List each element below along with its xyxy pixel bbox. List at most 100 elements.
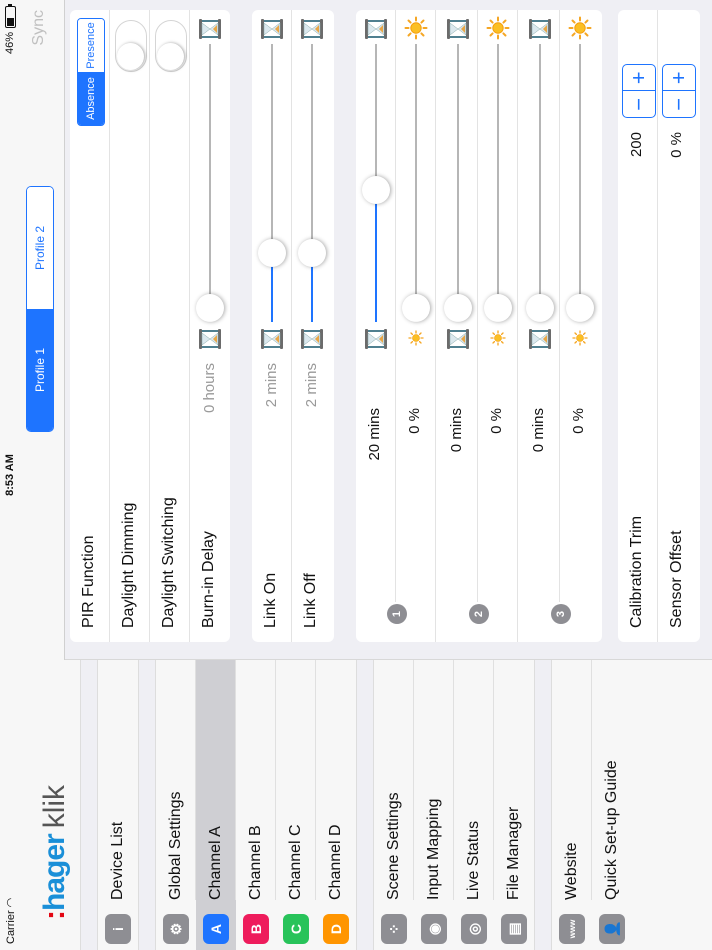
sun-icon [572,330,588,346]
daylight-dimming-toggle[interactable] [115,20,147,72]
sidebar-item-input-mapping[interactable]: ◉ Input Mapping [414,660,454,950]
daylight-switching-label: Daylight Switching [160,497,177,628]
burn-in-delay-slider[interactable] [195,44,225,322]
sidebar-item-label: Scene Settings [385,792,402,900]
channel-a-icon: A [203,914,229,944]
website-icon: www [559,914,585,944]
sidebar-group-separator [138,660,156,950]
link-on-slider[interactable] [257,44,287,322]
scene-2-lux-value: 0 % [488,408,505,434]
scene-2-lux-slider[interactable] [483,44,513,322]
sidebar-item-info[interactable]: i Device List [98,660,138,950]
sidebar-item-label: Channel A [207,826,224,900]
sidebar-item-gear[interactable]: ⚙ Global Settings [156,660,196,950]
sidebar-group-separator [80,660,98,950]
link-off-slider[interactable] [297,44,327,322]
calibration-trim-stepper: − + [622,64,656,118]
sidebar-item-label: Channel C [287,824,304,900]
scene-2-time-slider[interactable] [443,44,473,322]
scene-3-time-slider[interactable] [525,44,555,322]
sync-button[interactable]: Sync [30,10,48,46]
gear-icon: ⚙ [163,914,189,944]
burn-in-delay-row: Burn-in Delay 0 hours [190,10,230,642]
presence-option[interactable]: Presence [78,19,104,72]
logo-product: klik [38,784,71,829]
sidebar-item-channel-c[interactable]: C Channel C [276,660,316,950]
hourglass-icon [260,18,284,40]
scene-3-time-value: 0 mins [530,408,547,453]
calibration-trim-increment[interactable]: + [623,65,655,91]
scenes-card: 1 20 mins 0 % 2 0 mins 0 % 3 0 mins 0 % [356,10,602,642]
scene-3-lux-row: 0 % [560,10,600,642]
sun-icon [490,330,506,346]
hourglass-icon [198,18,222,40]
app-logo: :hager klik [38,784,71,920]
channel-d-icon: D [323,914,349,944]
file-manager-icon: ▤ [501,914,527,944]
sidebar-item-label: Global Settings [167,791,184,900]
sensor-offset-increment[interactable]: + [663,65,695,91]
scene-1-time-slider[interactable] [361,44,391,322]
calibration-trim-row: Calibration Trim 200 − + [618,10,658,642]
scene-1-time-row: 20 mins [356,10,396,642]
burn-in-delay-value: 0 hours [201,363,218,414]
sidebar-item-website[interactable]: www Website [552,660,592,950]
link-on-row: Link On 2 mins [252,10,292,642]
top-bar: Profile 1 Profile 2 Sync [20,0,65,660]
sidebar: :hager klik i Device List ⚙ Global Settings… [20,659,712,950]
sensor-offset-label: Sensor Offset [668,530,685,628]
absence-option[interactable]: Absence [78,72,104,125]
sidebar-item-channel-b[interactable]: B Channel B [236,660,276,950]
sidebar-item-guide[interactable]: 👤 Quick Set-up Guide [592,660,632,950]
link-on-label: Link On [262,572,279,628]
scene-2-lux-row: 0 % [478,10,518,642]
hourglass-icon [528,328,552,350]
hourglass-icon [364,18,388,40]
hourglass-icon [446,328,470,350]
sidebar-item-channel-d[interactable]: D Channel D [316,660,356,950]
scene-1-lux-value: 0 % [406,408,423,434]
daylight-dimming-label: Daylight Dimming [120,502,137,628]
pir-function-label: PIR Function [80,535,97,628]
sidebar-item-channel-a[interactable]: A Channel A [196,660,236,950]
sidebar-item-label: Channel D [327,824,344,900]
scene-1-lux-slider[interactable] [401,44,431,322]
daylight-switching-toggle[interactable] [155,20,187,72]
daylight-switching-row: Daylight Switching [150,10,190,642]
link-settings-card: Link On 2 mins Link Off 2 mins [252,10,334,642]
hourglass-icon [198,328,222,350]
sidebar-group-separator [534,660,552,950]
pir-function-selector: Absence Presence [77,18,105,126]
scene-3-lux-value: 0 % [570,408,587,434]
logo-brand: hager [38,834,71,911]
info-icon: i [105,914,131,944]
channel-b-icon: B [243,914,269,944]
status-bar: Carrier ◠ 8:53 AM 46% [0,0,20,950]
hourglass-icon [528,18,552,40]
profile-2-segment[interactable]: Profile 2 [27,187,53,309]
sidebar-group-separator [356,660,374,950]
calibration-trim-decrement[interactable]: − [623,90,655,117]
sidebar-item-live-status[interactable]: ◎ Live Status [454,660,494,950]
scene-1-lux-row: 0 % [396,10,436,642]
sensor-offset-decrement[interactable]: − [663,90,695,117]
link-off-value: 2 mins [303,363,320,408]
profile-1-segment[interactable]: Profile 1 [27,309,53,431]
scenes-icon: ⁘ [381,914,407,944]
pir-function-row: PIR Function Absence Presence [70,10,110,642]
scene-1-time-value: 20 mins [366,408,383,461]
sensor-offset-row: Sensor Offset 0 % − + [658,10,698,642]
scene-3-lux-slider[interactable] [565,44,595,322]
calibration-trim-value: 200 [628,132,645,158]
burn-in-delay-label: Burn-in Delay [200,531,217,628]
sidebar-item-label: Channel B [247,825,264,900]
app-screen: Carrier ◠ 8:53 AM 46% :hager klik i Devic… [0,0,712,950]
battery-indicator: 46% [4,6,16,54]
sidebar-item-scenes[interactable]: ⁘ Scene Settings [374,660,414,950]
link-off-label: Link Off [302,573,319,628]
sidebar-item-label: File Manager [505,806,522,900]
sidebar-item-file-manager[interactable]: ▤ File Manager [494,660,534,950]
hourglass-icon [364,328,388,350]
sun-icon [486,16,510,40]
battery-icon [4,6,16,28]
